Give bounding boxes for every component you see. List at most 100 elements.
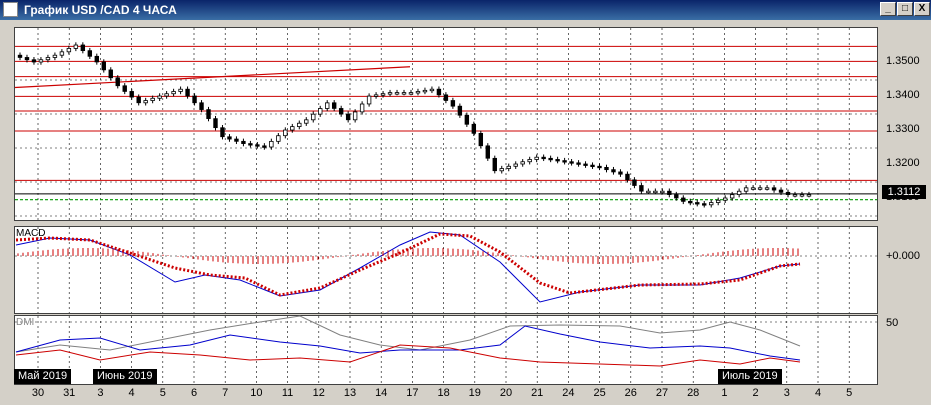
price-tick-label: 1.3300 bbox=[886, 123, 920, 135]
candle-body bbox=[611, 169, 616, 173]
candle-body bbox=[150, 97, 155, 101]
date-tick-label: 13 bbox=[343, 387, 357, 399]
candle-body bbox=[297, 122, 302, 128]
candle-body bbox=[80, 44, 86, 52]
candle-body bbox=[457, 105, 463, 116]
candle-body bbox=[192, 95, 197, 104]
candle-body bbox=[478, 132, 484, 147]
date-tick-label: 12 bbox=[312, 387, 325, 399]
candle-body bbox=[276, 135, 281, 142]
candle-body bbox=[527, 159, 532, 163]
candle-body bbox=[94, 55, 100, 63]
date-tick-label: 30 bbox=[31, 387, 45, 399]
macd-signal-line bbox=[15, 232, 801, 297]
candle-body bbox=[359, 103, 365, 113]
date-tick-label: 5 bbox=[159, 387, 166, 399]
candle-body bbox=[101, 61, 106, 71]
date-tick-label: 26 bbox=[624, 387, 637, 399]
candle-body bbox=[548, 157, 553, 161]
candle-body bbox=[436, 88, 442, 96]
candle-body bbox=[590, 164, 595, 168]
candle-body bbox=[318, 108, 323, 115]
date-tick-label: 25 bbox=[593, 387, 606, 399]
candle-body bbox=[729, 194, 735, 199]
dmi-level-label: 50 bbox=[886, 317, 899, 329]
candle-body bbox=[345, 113, 351, 121]
candle-body bbox=[681, 197, 686, 202]
date-tick-label: 3 bbox=[97, 387, 104, 399]
candle-body bbox=[715, 199, 721, 203]
candle-body bbox=[338, 108, 344, 115]
candle-body bbox=[506, 165, 511, 169]
candle-body bbox=[387, 92, 393, 95]
candle-body bbox=[576, 162, 581, 165]
candle-body bbox=[799, 194, 805, 197]
candle-body bbox=[660, 190, 665, 194]
candle-body bbox=[283, 129, 288, 137]
candle-body bbox=[743, 187, 749, 192]
candle-body bbox=[520, 161, 525, 165]
candle-body bbox=[639, 185, 644, 192]
macd-label: MACD bbox=[16, 228, 46, 239]
candle-body bbox=[373, 94, 379, 97]
candle-body bbox=[771, 187, 777, 191]
candle-body bbox=[625, 173, 630, 181]
date-tick-label: 1 bbox=[721, 387, 728, 399]
candle-body bbox=[255, 144, 260, 147]
date-tick-label: 20 bbox=[499, 387, 513, 399]
candle-body bbox=[241, 140, 246, 144]
candle-body bbox=[227, 136, 232, 140]
candle-body bbox=[513, 163, 518, 167]
candle-body bbox=[185, 88, 190, 97]
candle-body bbox=[597, 165, 602, 169]
candle-body bbox=[115, 77, 120, 87]
candle-body bbox=[380, 93, 386, 96]
candle-body bbox=[248, 143, 253, 146]
candle-body bbox=[325, 102, 330, 109]
chart-canvas bbox=[14, 28, 877, 384]
candle-body bbox=[408, 92, 414, 95]
date-tick-label: 17 bbox=[406, 387, 419, 399]
price-tick-label: 1.3200 bbox=[886, 157, 920, 169]
date-tick-label: 24 bbox=[562, 387, 575, 399]
candle-body bbox=[583, 163, 588, 166]
candle-body bbox=[757, 187, 763, 190]
candle-body bbox=[785, 191, 791, 195]
candle-body bbox=[667, 190, 672, 195]
month-marker-july: Июль 2019 bbox=[718, 369, 782, 384]
candle-body bbox=[45, 57, 51, 61]
candle-body bbox=[262, 145, 267, 148]
candle-body bbox=[653, 190, 658, 194]
candle-body bbox=[492, 157, 497, 172]
date-tick-label: 3 bbox=[783, 387, 790, 399]
candle-body bbox=[164, 93, 169, 97]
candle-body bbox=[674, 194, 679, 199]
candle-body bbox=[66, 48, 72, 53]
candle-body bbox=[632, 179, 637, 186]
candle-body bbox=[401, 92, 407, 95]
candle-body bbox=[311, 113, 316, 121]
date-tick-label: 18 bbox=[437, 387, 450, 399]
candle-body bbox=[178, 88, 183, 92]
price-tick-label: 1.3500 bbox=[886, 55, 920, 67]
candle-body bbox=[143, 100, 148, 104]
candle-body bbox=[702, 203, 707, 206]
candle-body bbox=[52, 54, 58, 58]
dmi-label: DMI bbox=[16, 317, 35, 328]
candle-body bbox=[220, 127, 225, 138]
candle-body bbox=[499, 168, 504, 172]
candle-body bbox=[199, 102, 204, 110]
candle-body bbox=[136, 96, 141, 104]
date-tick-label: 6 bbox=[190, 387, 198, 399]
candle-body bbox=[534, 156, 539, 160]
candle-body bbox=[24, 57, 30, 61]
candle-body bbox=[17, 54, 23, 58]
candle-body bbox=[695, 202, 700, 205]
date-tick-label: 21 bbox=[531, 387, 544, 399]
candle-body bbox=[304, 119, 309, 124]
candle-body bbox=[806, 194, 812, 197]
candle-body bbox=[213, 118, 218, 129]
candle-body bbox=[122, 85, 127, 92]
candle-body bbox=[646, 190, 651, 194]
candle-body bbox=[541, 156, 546, 160]
